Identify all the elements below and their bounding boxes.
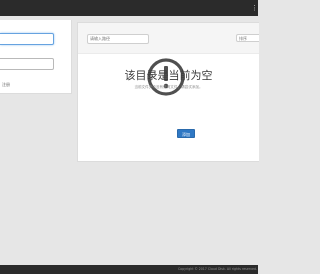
password-field[interactable] [0,58,54,70]
empty-description: 当前文件夹中没有任何文件，请尝试添加。 [134,85,203,89]
top-bar: ⋮ [0,0,258,16]
footer: Copyright © 2017 Cloud Disk. All rights … [0,265,258,274]
search-input[interactable] [87,34,149,44]
add-button[interactable]: 添加 [177,129,195,138]
empty-title: 该目录是当前为空 [124,69,213,82]
username-field[interactable] [0,33,54,45]
register-link[interactable]: 注册 [2,82,10,88]
copyright-text: Copyright © 2017 Cloud Disk. All rights … [177,267,257,271]
file-panel: 排序 该目录是当前为空 当前文件夹中没有任何文件，请尝试添加。 添加 [77,22,259,162]
menu-icon[interactable]: ⋮ [251,4,258,12]
file-toolbar: 排序 [78,23,259,54]
sort-select[interactable]: 排序 [236,34,259,42]
sort-select-value: 排序 [239,36,247,41]
login-panel: 注册 [0,20,72,94]
